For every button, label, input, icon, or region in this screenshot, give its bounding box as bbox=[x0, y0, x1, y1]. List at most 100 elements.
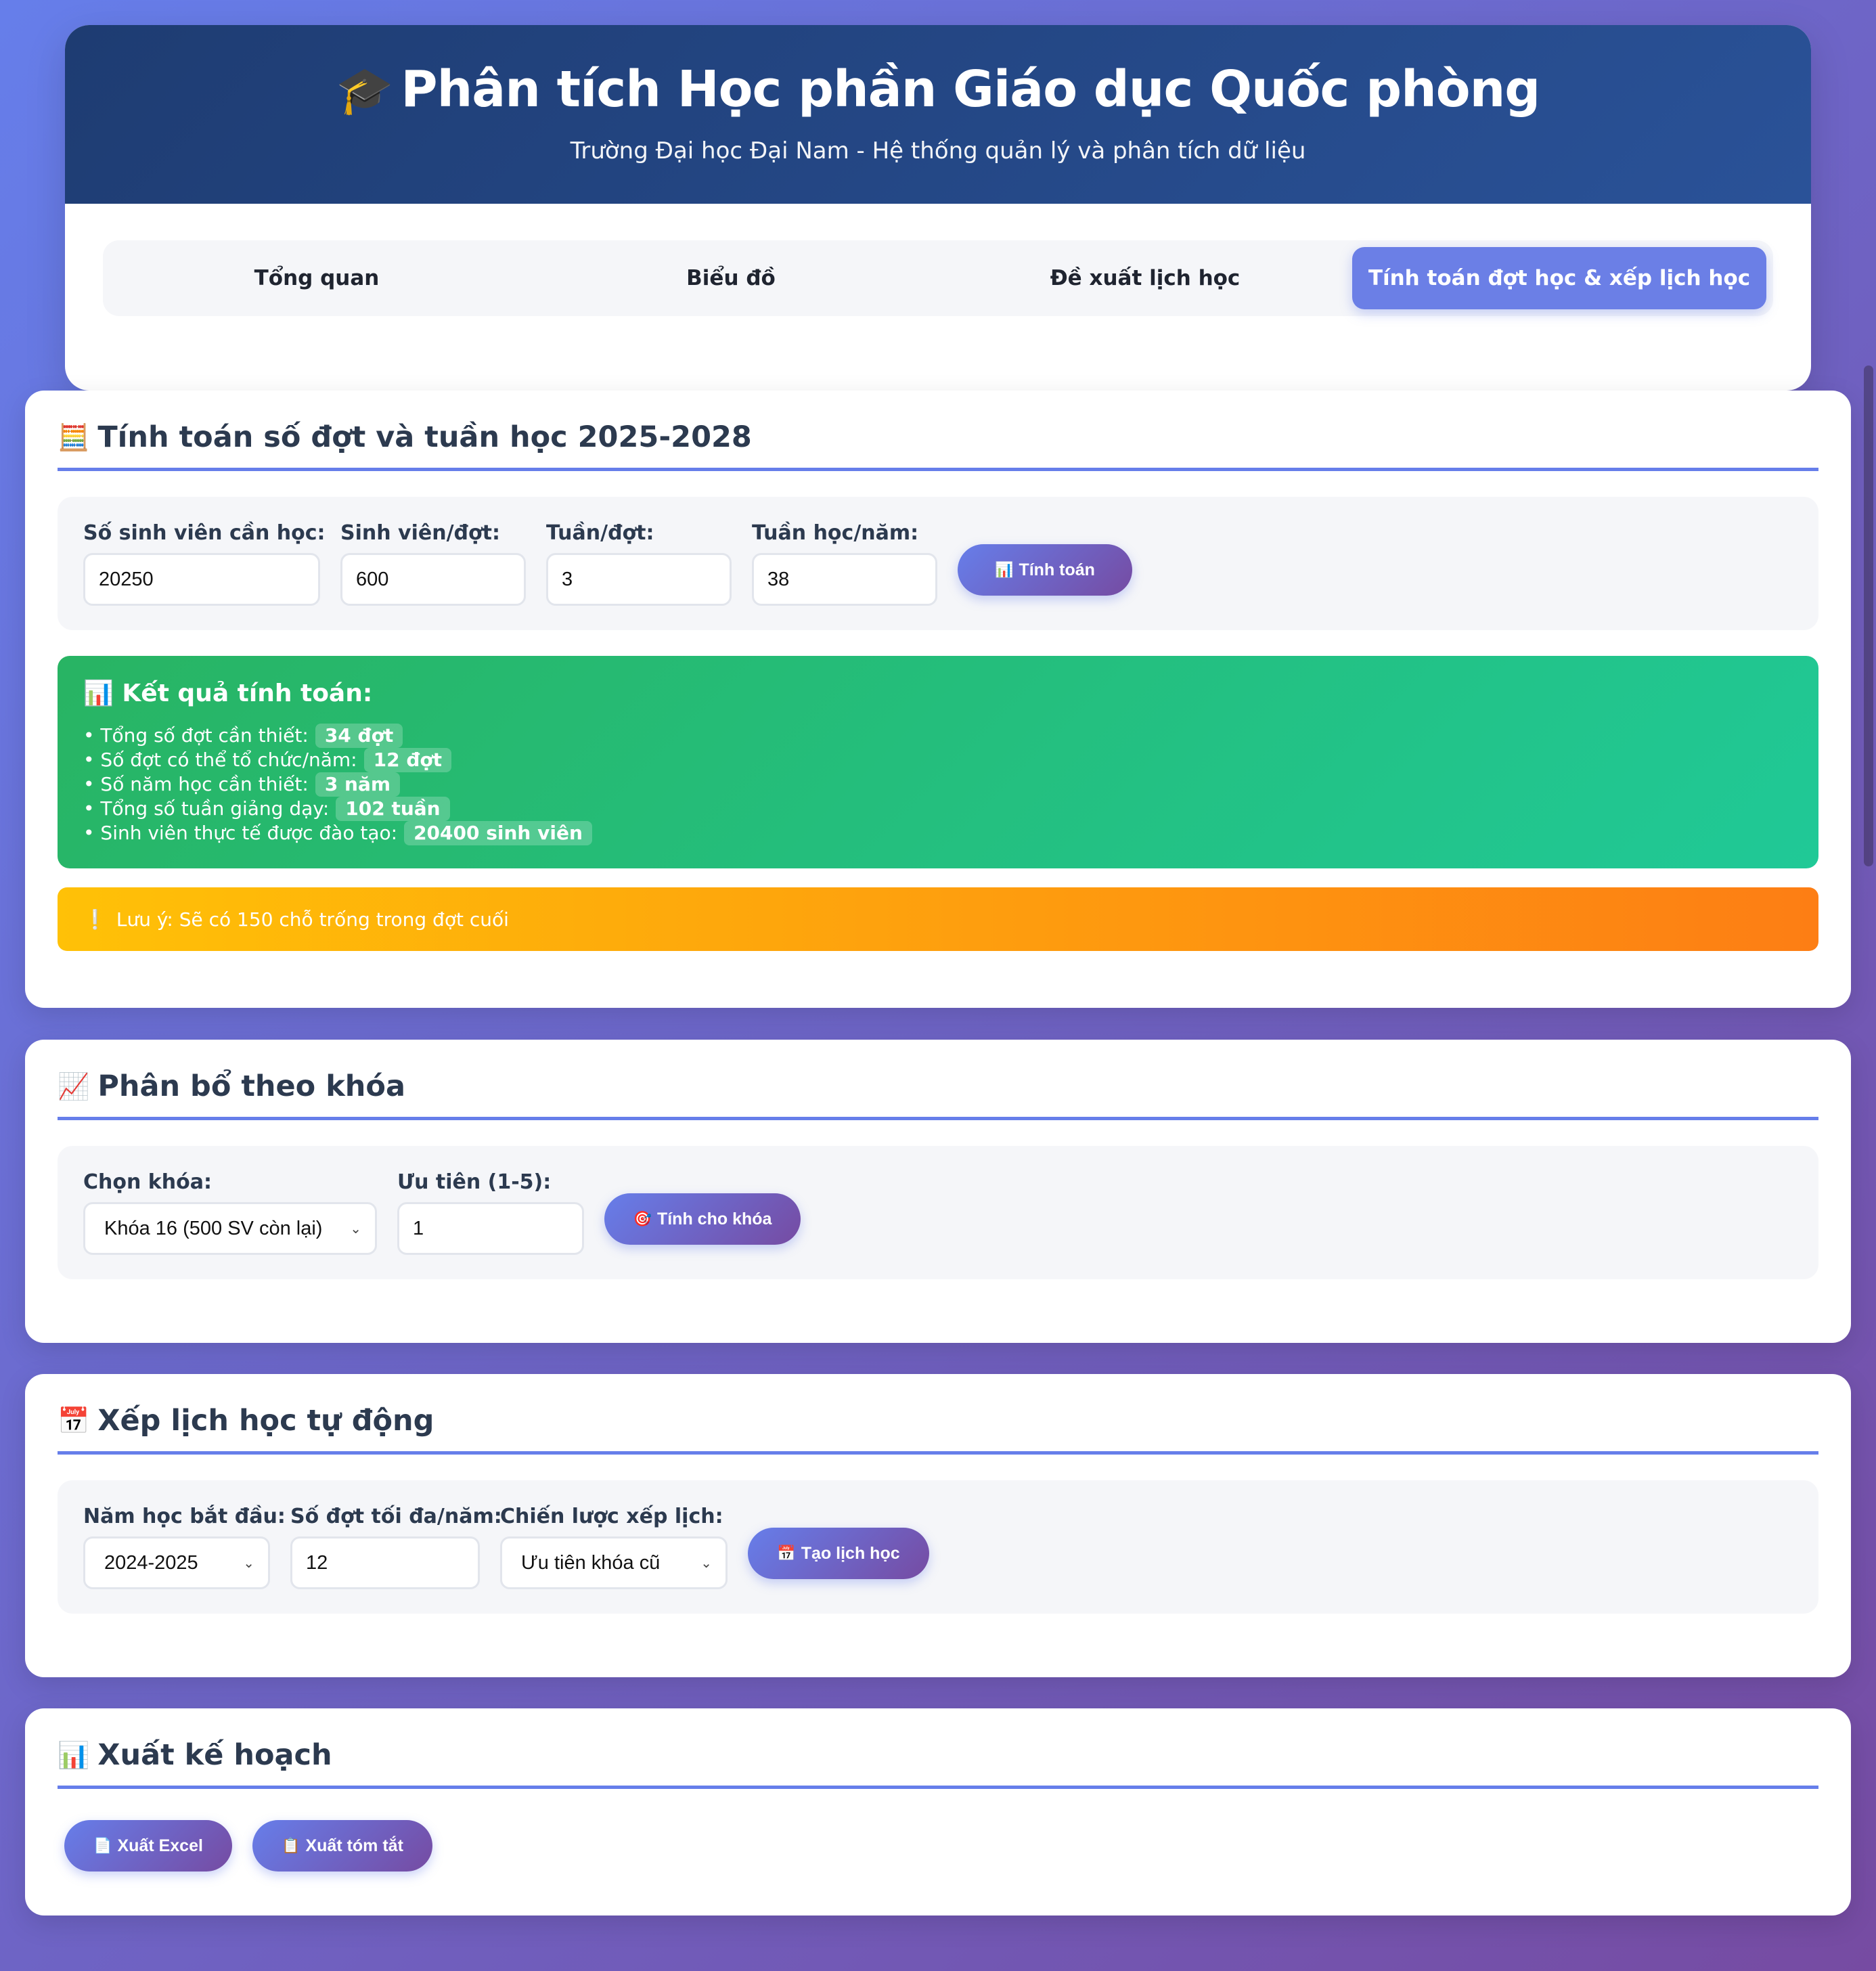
export-card: 📊 Xuất kế hoạch 📄 Xuất Excel 📋 Xuất tóm tắt bbox=[25, 1708, 1851, 1915]
result-label: • Số năm học cần thiết: bbox=[83, 773, 309, 795]
app-header: 🎓 Phân tích Học phần Giáo dục Quốc phòng … bbox=[65, 25, 1811, 204]
result-row: • Tổng số tuần giảng dạy: 102 tuần bbox=[83, 797, 1793, 821]
tab-charts[interactable]: Biểu đồ bbox=[524, 247, 938, 309]
per-batch-label: Sinh viên/đợt: bbox=[340, 521, 500, 545]
weeks-per-batch-input[interactable]: 3 bbox=[546, 553, 732, 606]
weeks-per-year-label: Tuần học/năm: bbox=[752, 521, 919, 545]
result-row: • Số năm học cần thiết: 3 năm bbox=[83, 772, 1793, 797]
schedule-form: Năm học bắt đầu: 2024-2025 ⌄ Số đợt tối đ… bbox=[58, 1480, 1818, 1614]
priority-field: Ưu tiên (1-5): 1 bbox=[397, 1170, 584, 1255]
allocation-title-text: Phân bổ theo khóa bbox=[97, 1069, 405, 1103]
chevron-down-icon: ⌄ bbox=[700, 1555, 712, 1571]
calc-form: Số sinh viên cần học: 20250 Sinh viên/đợ… bbox=[58, 497, 1818, 630]
calc-course-button[interactable]: 🎯 Tính cho khóa bbox=[604, 1193, 801, 1245]
result-label: • Tổng số đợt cần thiết: bbox=[83, 724, 309, 747]
chart-icon: 📊 bbox=[995, 561, 1014, 578]
export-actions: 📄 Xuất Excel 📋 Xuất tóm tắt bbox=[58, 1820, 1818, 1872]
result-row: • Tổng số đợt cần thiết: 34 đợt bbox=[83, 724, 1793, 748]
create-schedule-button[interactable]: 📅 Tạo lịch học bbox=[748, 1528, 929, 1579]
start-year-value: 2024-2025 bbox=[104, 1551, 198, 1574]
page-title-text: Phân tích Học phần Giáo dục Quốc phòng bbox=[401, 60, 1540, 118]
max-batches-input[interactable]: 12 bbox=[290, 1536, 480, 1589]
schedule-title: 📅 Xếp lịch học tự động bbox=[58, 1404, 1818, 1455]
bar-chart-icon: 📊 bbox=[58, 1740, 90, 1770]
warning-text: Lưu ý: Sẽ có 150 chỗ trống trong đợt cuố… bbox=[116, 908, 509, 931]
weeks-per-year-field: Tuần học/năm: 38 bbox=[752, 521, 937, 606]
max-batches-field: Số đợt tối đa/năm: 12 bbox=[290, 1505, 502, 1589]
result-value: 34 đợt bbox=[315, 724, 403, 748]
students-input[interactable]: 20250 bbox=[83, 553, 320, 606]
warning-banner: ❕ Lưu ý: Sẽ có 150 chỗ trống trong đợt cu… bbox=[58, 887, 1818, 951]
weeks-per-year-input[interactable]: 38 bbox=[752, 553, 937, 606]
start-year-label: Năm học bắt đầu: bbox=[83, 1505, 286, 1528]
tab-overview[interactable]: Tổng quan bbox=[110, 247, 524, 309]
tab-calculation[interactable]: Tính toán đợt học & xếp lịch học bbox=[1352, 247, 1766, 309]
result-row: • Số đợt có thể tổ chức/năm: 12 đợt bbox=[83, 748, 1793, 772]
export-title: 📊 Xuất kế hoạch bbox=[58, 1738, 1818, 1789]
page-title: 🎓 Phân tích Học phần Giáo dục Quốc phòng bbox=[65, 60, 1811, 118]
target-icon: 🎯 bbox=[633, 1210, 652, 1227]
chart-icon: 📊 bbox=[83, 680, 114, 707]
result-value: 3 năm bbox=[315, 772, 401, 797]
strategy-select[interactable]: Ưu tiên khóa cũ ⌄ bbox=[500, 1536, 728, 1589]
schedule-title-text: Xếp lịch học tự động bbox=[97, 1404, 434, 1438]
result-value: 12 đợt bbox=[363, 748, 452, 772]
chevron-down-icon: ⌄ bbox=[243, 1555, 254, 1571]
students-field: Số sinh viên cần học: 20250 bbox=[83, 521, 326, 606]
course-select-value: Khóa 16 (500 SV còn lại) bbox=[104, 1217, 323, 1239]
strategy-field: Chiến lược xếp lịch: Ưu tiên khóa cũ ⌄ bbox=[500, 1505, 728, 1589]
weeks-per-batch-field: Tuần/đợt: 3 bbox=[546, 521, 732, 606]
export-summary-button[interactable]: 📋 Xuất tóm tắt bbox=[252, 1820, 432, 1872]
start-year-select[interactable]: 2024-2025 ⌄ bbox=[83, 1536, 270, 1589]
max-batches-label: Số đợt tối đa/năm: bbox=[290, 1505, 502, 1528]
calc-result: 📊 Kết quả tính toán: • Tổng số đợt cần t… bbox=[58, 656, 1818, 868]
allocation-title: 📈 Phân bổ theo khóa bbox=[58, 1069, 1818, 1120]
page-scrollbar[interactable] bbox=[1864, 366, 1873, 866]
per-batch-field: Sinh viên/đợt: 600 bbox=[340, 521, 526, 606]
result-title: 📊 Kết quả tính toán: bbox=[83, 679, 1793, 707]
schedule-card: 📅 Xếp lịch học tự động Năm học bắt đầu: 2… bbox=[25, 1374, 1851, 1677]
tab-bar: Tổng quan Biểu đồ Đề xuất lịch học Tính … bbox=[103, 240, 1773, 316]
allocation-card: 📈 Phân bổ theo khóa Chọn khóa: Khóa 16 (5… bbox=[25, 1040, 1851, 1343]
graduation-cap-icon: 🎓 bbox=[336, 64, 394, 118]
priority-input[interactable]: 1 bbox=[397, 1202, 584, 1255]
strategy-value: Ưu tiên khóa cũ bbox=[521, 1551, 661, 1574]
result-label: • Sinh viên thực tế được đào tạo: bbox=[83, 822, 398, 844]
exclamation-icon: ❕ bbox=[83, 908, 107, 931]
clipboard-icon: 📋 bbox=[282, 1837, 300, 1854]
export-excel-button[interactable]: 📄 Xuất Excel bbox=[64, 1820, 232, 1872]
per-batch-input[interactable]: 600 bbox=[340, 553, 526, 606]
calculate-button[interactable]: 📊 Tính toán bbox=[958, 544, 1132, 596]
course-select[interactable]: Khóa 16 (500 SV còn lại) ⌄ bbox=[83, 1202, 377, 1255]
document-icon: 📄 bbox=[93, 1837, 112, 1854]
students-label: Số sinh viên cần học: bbox=[83, 521, 326, 545]
calc-title-text: Tính toán số đợt và tuần học 2025-2028 bbox=[97, 420, 752, 454]
start-year-field: Năm học bắt đầu: 2024-2025 ⌄ bbox=[83, 1505, 286, 1589]
calc-title: 🧮 Tính toán số đợt và tuần học 2025-2028 bbox=[58, 420, 1818, 471]
result-label: • Số đợt có thể tổ chức/năm: bbox=[83, 749, 357, 771]
priority-label: Ưu tiên (1-5): bbox=[397, 1170, 552, 1194]
calculate-button-label: Tính toán bbox=[1019, 560, 1095, 579]
export-title-text: Xuất kế hoạch bbox=[97, 1738, 332, 1772]
weeks-per-batch-label: Tuần/đợt: bbox=[546, 521, 654, 545]
course-field: Chọn khóa: Khóa 16 (500 SV còn lại) ⌄ bbox=[83, 1170, 377, 1255]
export-summary-label: Xuất tóm tắt bbox=[305, 1836, 403, 1855]
result-title-text: Kết quả tính toán: bbox=[122, 680, 373, 707]
result-value: 20400 sinh viên bbox=[404, 821, 592, 845]
allocation-form: Chọn khóa: Khóa 16 (500 SV còn lại) ⌄ Ưu … bbox=[58, 1146, 1818, 1279]
strategy-label: Chiến lược xếp lịch: bbox=[500, 1505, 723, 1528]
header-card: 🎓 Phân tích Học phần Giáo dục Quốc phòng … bbox=[65, 25, 1811, 391]
page-subtitle: Trường Đại học Đại Nam - Hệ thống quản l… bbox=[570, 137, 1306, 164]
course-label: Chọn khóa: bbox=[83, 1170, 212, 1194]
calendar-icon: 📅 bbox=[58, 1405, 90, 1436]
create-schedule-button-label: Tạo lịch học bbox=[801, 1543, 900, 1563]
chevron-down-icon: ⌄ bbox=[350, 1221, 361, 1237]
result-label: • Tổng số tuần giảng dạy: bbox=[83, 797, 330, 820]
tab-schedule-proposal[interactable]: Đề xuất lịch học bbox=[938, 247, 1352, 309]
calc-course-button-label: Tính cho khóa bbox=[656, 1209, 772, 1228]
result-value: 102 tuần bbox=[336, 797, 450, 821]
calc-card: 🧮 Tính toán số đợt và tuần học 2025-2028 … bbox=[25, 391, 1851, 1008]
abacus-icon: 🧮 bbox=[58, 422, 90, 452]
export-excel-label: Xuất Excel bbox=[117, 1836, 203, 1855]
trend-up-icon: 📈 bbox=[58, 1071, 90, 1101]
